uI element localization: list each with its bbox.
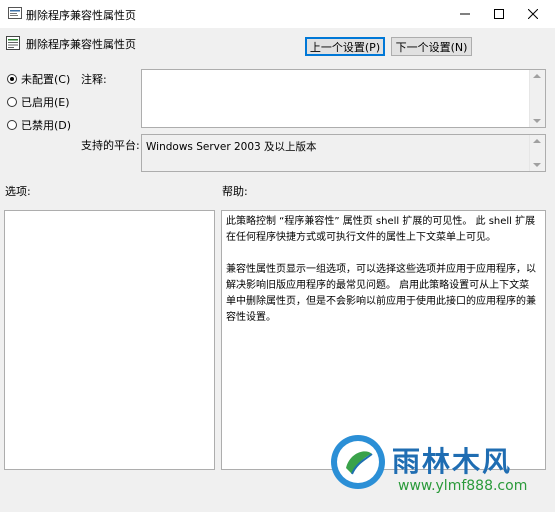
radio-circle — [7, 74, 17, 84]
scroll-up-icon[interactable] — [533, 139, 541, 143]
help-paragraph: 此策略控制 “程序兼容性” 属性页 shell 扩展的可见性。 此 shell … — [226, 216, 536, 243]
policy-icon — [8, 7, 22, 19]
options-label: 选项: — [5, 185, 31, 198]
platform-label: 支持的平台: — [81, 139, 140, 152]
platform-field: Windows Server 2003 及以上版本 — [141, 134, 546, 172]
scroll-down-icon[interactable] — [533, 163, 541, 167]
scroll-down-icon[interactable] — [533, 119, 541, 123]
radio-label: 未配置(C) — [21, 73, 71, 86]
window-title: 删除程序兼容性属性页 — [26, 9, 136, 22]
close-button[interactable] — [510, 0, 555, 28]
help-text: 此策略控制 “程序兼容性” 属性页 shell 扩展的可见性。 此 shell … — [226, 214, 536, 342]
help-panel[interactable]: 此策略控制 “程序兼容性” 属性页 shell 扩展的可见性。 此 shell … — [221, 210, 546, 470]
next-setting-button[interactable]: 下一个设置(N) — [391, 37, 472, 56]
radio-selected-dot — [10, 77, 14, 81]
platform-scrollbar[interactable] — [529, 135, 545, 171]
radio-not-configured[interactable]: 未配置(C) — [7, 71, 70, 87]
radio-label: 已禁用(D) — [21, 119, 72, 132]
platform-value: Windows Server 2003 及以上版本 — [146, 141, 317, 153]
watermark-url: www.ylmf888.com — [398, 478, 528, 494]
close-icon — [527, 9, 538, 19]
policy-setting-icon — [6, 36, 20, 50]
watermark-title: 雨林木风 — [392, 445, 513, 478]
radio-circle — [7, 120, 17, 130]
comment-label: 注释: — [81, 73, 107, 86]
comment-scrollbar[interactable] — [529, 70, 545, 127]
help-label: 帮助: — [222, 185, 248, 198]
radio-disabled[interactable]: 已禁用(D) — [7, 117, 71, 133]
previous-setting-button[interactable]: 上一个设置(P) — [305, 37, 385, 56]
radio-enabled[interactable]: 已启用(E) — [7, 94, 70, 110]
help-paragraph: 兼容性属性页显示一组选项，可以选择这些选项并应用于应用程序，以解决影响旧版应用程… — [226, 264, 536, 323]
minimize-icon — [459, 13, 470, 15]
ylmf-logo-icon — [331, 435, 385, 489]
radio-circle — [7, 97, 17, 107]
scroll-up-icon[interactable] — [533, 74, 541, 78]
maximize-icon — [493, 9, 504, 19]
comment-textarea[interactable] — [141, 69, 546, 128]
radio-label: 已启用(E) — [21, 96, 70, 109]
options-panel[interactable] — [4, 210, 215, 470]
policy-name: 删除程序兼容性属性页 — [26, 38, 136, 51]
